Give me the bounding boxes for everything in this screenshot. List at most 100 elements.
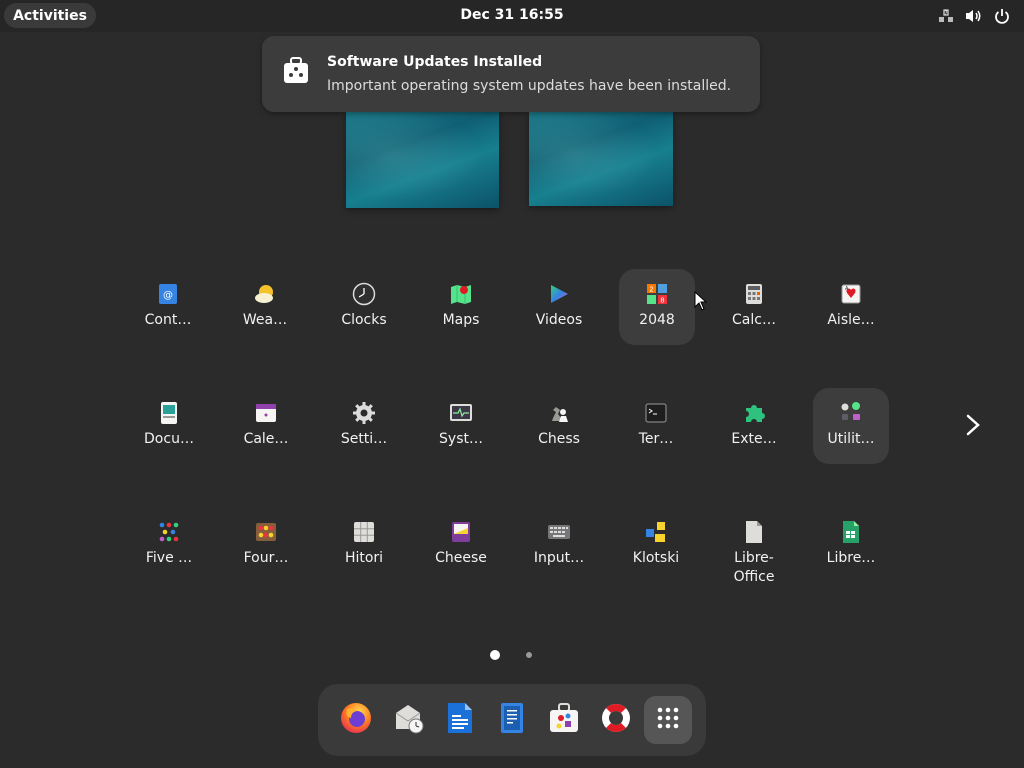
- cheese-icon: [449, 520, 473, 544]
- document-viewer-icon: [157, 401, 181, 425]
- dash-dock: [318, 684, 706, 756]
- utilities-folder-icon: [839, 401, 863, 425]
- dock-text-editor[interactable]: [488, 696, 536, 744]
- app-contacts[interactable]: @ Cont…: [130, 269, 206, 345]
- calculator-icon: [742, 282, 766, 306]
- dock-firefox[interactable]: [332, 696, 380, 744]
- app-2048[interactable]: 28 2048: [619, 269, 695, 345]
- app-label: Exte…: [731, 431, 777, 447]
- app-videos[interactable]: Videos: [521, 269, 597, 345]
- app-label: Cale…: [243, 431, 289, 447]
- dock-help[interactable]: [592, 696, 640, 744]
- maps-icon: [449, 282, 473, 306]
- date-time-clock[interactable]: Dec 31 16:55: [0, 7, 1024, 23]
- show-apps-grid-icon: [656, 706, 680, 734]
- app-label: Chess: [538, 431, 580, 447]
- app-aisleriot[interactable]: A Aisle…: [813, 269, 889, 345]
- hitori-icon: [352, 520, 376, 544]
- svg-text:2: 2: [649, 286, 653, 294]
- app-document-viewer[interactable]: Docu…: [131, 388, 207, 464]
- app-settings[interactable]: Setti…: [326, 388, 402, 464]
- app-clocks[interactable]: Clocks: [326, 269, 402, 345]
- workspace-thumbnail-1[interactable]: [346, 112, 499, 208]
- power-icon[interactable]: [992, 6, 1012, 26]
- writer-document-icon: [445, 701, 475, 739]
- firefox-icon: [339, 701, 373, 739]
- app-label: Maps: [442, 312, 480, 328]
- mail-clock-icon: [391, 701, 425, 739]
- game-2048-icon: 28: [645, 282, 669, 306]
- app-label: Input…: [533, 550, 585, 566]
- app-five-or-more[interactable]: Five …: [131, 507, 207, 583]
- app-label: Four…: [243, 550, 289, 566]
- klotski-icon: [644, 520, 668, 544]
- text-editor-icon: [498, 701, 526, 739]
- app-system-monitor[interactable]: Syst…: [423, 388, 499, 464]
- next-page-chevron-icon[interactable]: [958, 410, 988, 440]
- notification-body: Important operating system updates have …: [327, 78, 732, 94]
- help-lifebuoy-icon: [599, 701, 633, 739]
- app-chess[interactable]: Chess: [521, 388, 597, 464]
- app-four-in-a-row[interactable]: Four…: [228, 507, 304, 583]
- dock-writer[interactable]: [436, 696, 484, 744]
- svg-text:?: ?: [944, 10, 947, 17]
- app-maps[interactable]: Maps: [423, 269, 499, 345]
- app-calendar[interactable]: Cale…: [228, 388, 304, 464]
- app-label: Wea…: [242, 312, 288, 328]
- app-label: Cont…: [144, 312, 192, 328]
- app-libreoffice-calc[interactable]: Libre…: [813, 507, 889, 583]
- system-monitor-icon: [449, 401, 473, 425]
- contacts-icon: @: [156, 282, 180, 306]
- app-label: Cheese: [435, 550, 487, 566]
- chess-icon: [547, 401, 571, 425]
- app-terminal[interactable]: Ter…: [618, 388, 694, 464]
- app-label: 2048: [639, 312, 675, 328]
- dock-mail-scheduler[interactable]: [384, 696, 432, 744]
- app-cheese[interactable]: Cheese: [423, 507, 499, 583]
- app-weather[interactable]: Wea…: [227, 269, 303, 345]
- software-store-icon: [547, 701, 581, 739]
- system-tray[interactable]: ?: [936, 6, 1012, 26]
- notification-title: Software Updates Installed: [327, 54, 543, 70]
- calendar-icon: [254, 401, 278, 425]
- dock-show-apps[interactable]: [644, 696, 692, 744]
- clocks-icon: [352, 282, 376, 306]
- app-extensions[interactable]: Exte…: [716, 388, 792, 464]
- settings-gear-icon: [352, 401, 376, 425]
- svg-text:8: 8: [660, 297, 664, 305]
- page-indicator-2[interactable]: [526, 652, 532, 658]
- notification-banner[interactable]: Software Updates Installed Important ope…: [262, 36, 760, 112]
- extensions-icon: [742, 401, 766, 425]
- videos-icon: [547, 282, 571, 306]
- app-input-method[interactable]: Input…: [521, 507, 597, 583]
- four-in-a-row-icon: [254, 520, 278, 544]
- volume-icon[interactable]: [964, 6, 984, 26]
- app-label: Five …: [145, 550, 193, 566]
- app-label: Utilit…: [827, 431, 875, 447]
- app-hitori[interactable]: Hitori: [326, 507, 402, 583]
- app-klotski[interactable]: Klotski: [618, 507, 694, 583]
- top-bar: Activities Dec 31 16:55 ?: [0, 0, 1024, 32]
- page-indicator-1[interactable]: [490, 650, 500, 660]
- app-libreoffice[interactable]: Libre- Office: [716, 507, 792, 585]
- app-label: Libre…: [826, 550, 876, 566]
- input-method-icon: [547, 520, 571, 544]
- mouse-pointer-icon: [694, 290, 708, 311]
- app-utilities-folder[interactable]: Utilit…: [813, 388, 889, 464]
- aisleriot-icon: A: [839, 282, 863, 306]
- network-question-icon[interactable]: ?: [936, 6, 956, 26]
- app-label: Hitori: [344, 550, 384, 566]
- app-label: Klotski: [632, 550, 680, 566]
- svg-text:A: A: [845, 286, 849, 292]
- app-label: Setti…: [340, 431, 388, 447]
- libreoffice-calc-icon: [839, 520, 863, 544]
- app-label: Clocks: [341, 312, 387, 328]
- weather-icon: [253, 282, 277, 306]
- svg-text:@: @: [163, 290, 173, 301]
- app-label: Libre- Office: [733, 550, 775, 585]
- workspace-thumbnail-2[interactable]: [529, 112, 673, 206]
- app-label: Videos: [535, 312, 583, 328]
- five-or-more-icon: [157, 520, 181, 544]
- dock-software[interactable]: [540, 696, 588, 744]
- app-calculator[interactable]: Calc…: [716, 269, 792, 345]
